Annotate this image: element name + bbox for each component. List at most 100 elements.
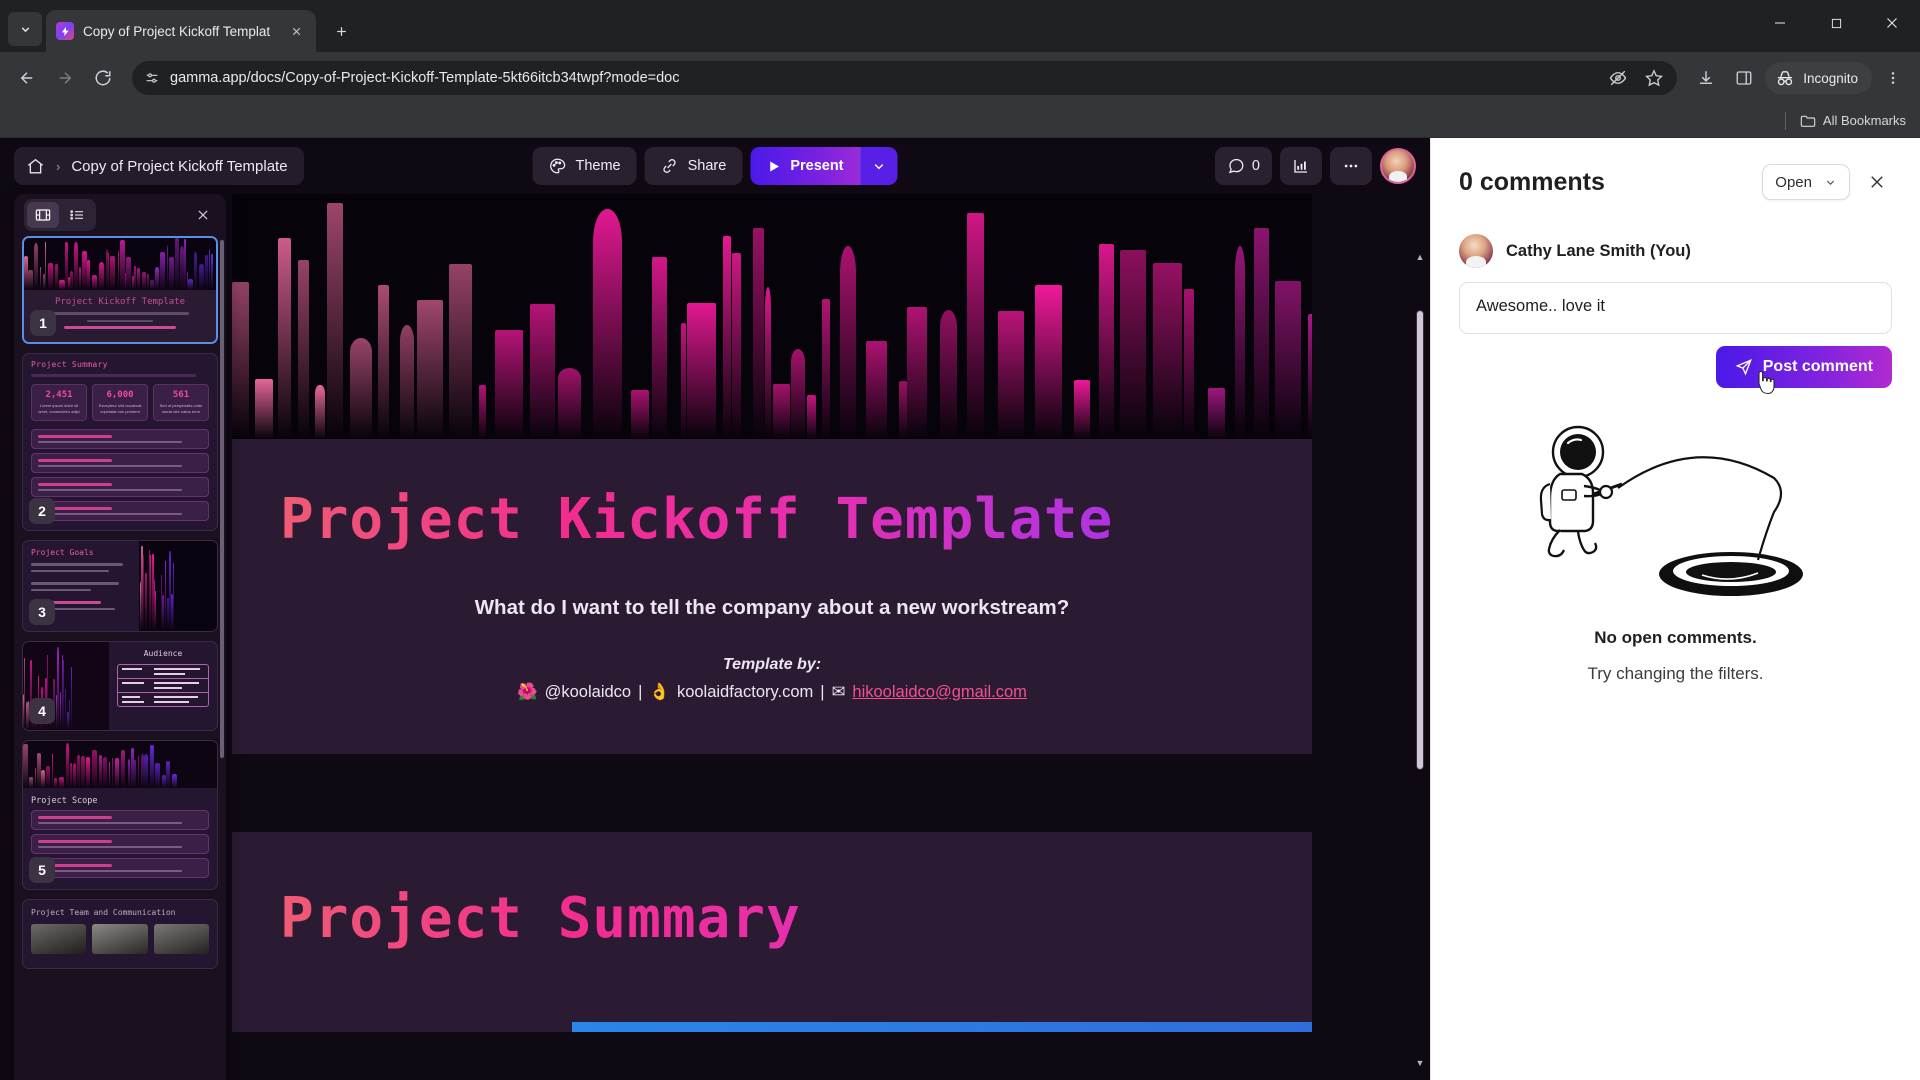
reload-icon[interactable] (86, 61, 120, 95)
thumbnail-number: 3 (29, 599, 55, 625)
chart-bar-icon (1292, 157, 1310, 175)
thumb-1-line-3 (64, 326, 176, 329)
astronaut-fishing-illustration (1431, 412, 1920, 612)
post-comment-button[interactable]: Post comment (1715, 346, 1892, 395)
url-text: gamma.app/docs/Copy-of-Project-Kickoff-T… (170, 70, 680, 86)
ellipsis-icon (1342, 157, 1360, 175)
thumb-2-card-3 (31, 477, 209, 497)
comment-actions: Post comment (1431, 334, 1920, 395)
chrome-menu-icon[interactable] (1876, 61, 1910, 95)
present-dropdown-caret[interactable] (859, 147, 898, 185)
browser-window: Copy of Project Kickoff Templat gamma.ap… (0, 0, 1920, 1080)
thumbnail-panel-header (14, 194, 226, 236)
home-icon[interactable] (26, 157, 45, 176)
tab-strip: Copy of Project Kickoff Templat (0, 0, 1920, 52)
address-bar[interactable]: gamma.app/docs/Copy-of-Project-Kickoff-T… (132, 61, 1678, 95)
analytics-button[interactable] (1280, 147, 1322, 185)
thumbnail-slide-4[interactable]: Audience 4 (22, 641, 218, 731)
thumb-5-image (23, 741, 217, 788)
thumbnail-scrollbar[interactable] (220, 240, 224, 1076)
slide-1[interactable]: Project Kickoff Template What do I want … (232, 194, 1312, 754)
comments-panel: 0 comments Open Cathy Lane Smith (You) A… (1430, 138, 1920, 1080)
close-window-button[interactable] (1864, 0, 1920, 46)
document-title: Copy of Project Kickoff Template (71, 157, 288, 175)
folder-icon (1800, 114, 1816, 128)
stat-value: 561 (172, 390, 190, 400)
slide-thumbnail-panel: Project Kickoff Template 1 Project Summa… (14, 194, 226, 1080)
thumbnail-slide-2[interactable]: Project Summary 2,451 Lorem ipsum dolor … (22, 353, 218, 531)
downloads-icon[interactable] (1689, 61, 1723, 95)
thumbnail-slide-3[interactable]: Project Goals 3 (22, 540, 218, 632)
thumbnail-slide-1[interactable]: Project Kickoff Template 1 (22, 236, 218, 344)
thumb-5-card-1 (31, 810, 209, 830)
template-by-label: Template by: (722, 656, 822, 673)
thumb-1-line-1 (50, 312, 190, 315)
theme-label: Theme (575, 158, 621, 174)
thumb-4-title: Audience (143, 649, 183, 658)
empty-comments-state: No open comments. Try changing the filte… (1431, 628, 1920, 684)
bookmark-star-icon[interactable] (1637, 61, 1671, 95)
grid-view-icon[interactable] (27, 202, 59, 228)
thumb-3-title: Project Goals (31, 548, 94, 557)
forward-icon[interactable] (48, 61, 82, 95)
slide-2-title: Project Summary (256, 886, 1288, 951)
tab-search-button[interactable] (8, 12, 42, 46)
thumb-6-title: Project Team and Communication (31, 908, 176, 917)
comments-filter-dropdown[interactable]: Open (1762, 164, 1850, 200)
thumbnail-slide-6[interactable]: Project Team and Communication (22, 899, 218, 969)
new-tab-button[interactable] (324, 14, 358, 48)
present-button[interactable]: Present (750, 147, 860, 185)
all-bookmarks-button[interactable]: All Bookmarks (1800, 113, 1906, 128)
slide-2-accent-bar (572, 1022, 1312, 1032)
share-button[interactable]: Share (644, 147, 743, 185)
minimize-button[interactable] (1752, 0, 1808, 46)
link-icon (661, 157, 679, 175)
site-settings-icon[interactable] (144, 70, 160, 86)
comments-header: 0 comments Open (1431, 138, 1920, 206)
thumb-2-card-2 (31, 453, 209, 473)
hide-icon[interactable] (1601, 61, 1635, 95)
close-tab-icon[interactable] (286, 21, 306, 41)
close-comments-panel-icon[interactable] (1862, 167, 1892, 197)
user-avatar[interactable] (1380, 148, 1416, 184)
credit-handle: @koolaidco (544, 682, 632, 701)
side-panel-icon[interactable] (1727, 61, 1761, 95)
scroll-up-arrow[interactable]: ▲ (1414, 250, 1426, 264)
incognito-indicator[interactable]: Incognito (1765, 62, 1872, 94)
thumbnail-slide-5[interactable]: Project Scope 5 (22, 740, 218, 890)
canvas-scrollbar[interactable]: ▲ ▼ (1414, 250, 1426, 1070)
list-view-icon[interactable] (61, 202, 93, 228)
comment-author-name: Cathy Lane Smith (You) (1506, 241, 1691, 260)
close-thumbnail-panel-icon[interactable] (190, 202, 216, 228)
more-options-button[interactable] (1330, 147, 1372, 185)
thumbnail-number: 5 (29, 857, 55, 883)
thumbnail-number: 4 (29, 698, 55, 724)
all-bookmarks-label: All Bookmarks (1822, 113, 1906, 128)
view-toggle-group (24, 199, 96, 231)
incognito-icon (1775, 70, 1795, 87)
breadcrumb[interactable]: › Copy of Project Kickoff Template (14, 147, 304, 185)
browser-tab[interactable]: Copy of Project Kickoff Templat (46, 10, 316, 52)
credits-row: 🌺 @koolaidco | 👌 koolaidfactory.com | ✉ … (256, 682, 1288, 702)
thumb-3-image (139, 541, 217, 631)
thumb-1-line-2 (87, 319, 153, 322)
comment-input[interactable]: Awesome.. love it (1459, 282, 1892, 334)
maximize-button[interactable] (1808, 0, 1864, 46)
scroll-down-arrow[interactable]: ▼ (1414, 1056, 1426, 1070)
back-icon[interactable] (10, 61, 44, 95)
theme-button[interactable]: Theme (532, 147, 637, 185)
thumb-1-bars (24, 238, 216, 290)
page-content: › Copy of Project Kickoff Template Theme (0, 138, 1920, 1080)
chevron-down-icon (1824, 176, 1837, 189)
thumbnail-list[interactable]: Project Kickoff Template 1 Project Summa… (14, 236, 226, 1080)
bookmarks-divider (1784, 111, 1786, 130)
thumb-6-photos (23, 917, 217, 961)
incognito-label: Incognito (1803, 70, 1858, 86)
comments-button[interactable]: 0 (1214, 147, 1272, 185)
slide-2[interactable]: Project Summary (232, 832, 1312, 1032)
stat-label: Lorem ipsum dolor sit amet, consectetur … (38, 403, 80, 414)
credit-email-link[interactable]: hikoolaidco@gmail.com (852, 683, 1027, 702)
scrollbar-thumb[interactable] (1416, 310, 1424, 770)
comment-author-row: Cathy Lane Smith (You) (1431, 206, 1920, 268)
thumb-2-stat-1: 2,451 Lorem ipsum dolor sit amet, consec… (31, 384, 87, 421)
